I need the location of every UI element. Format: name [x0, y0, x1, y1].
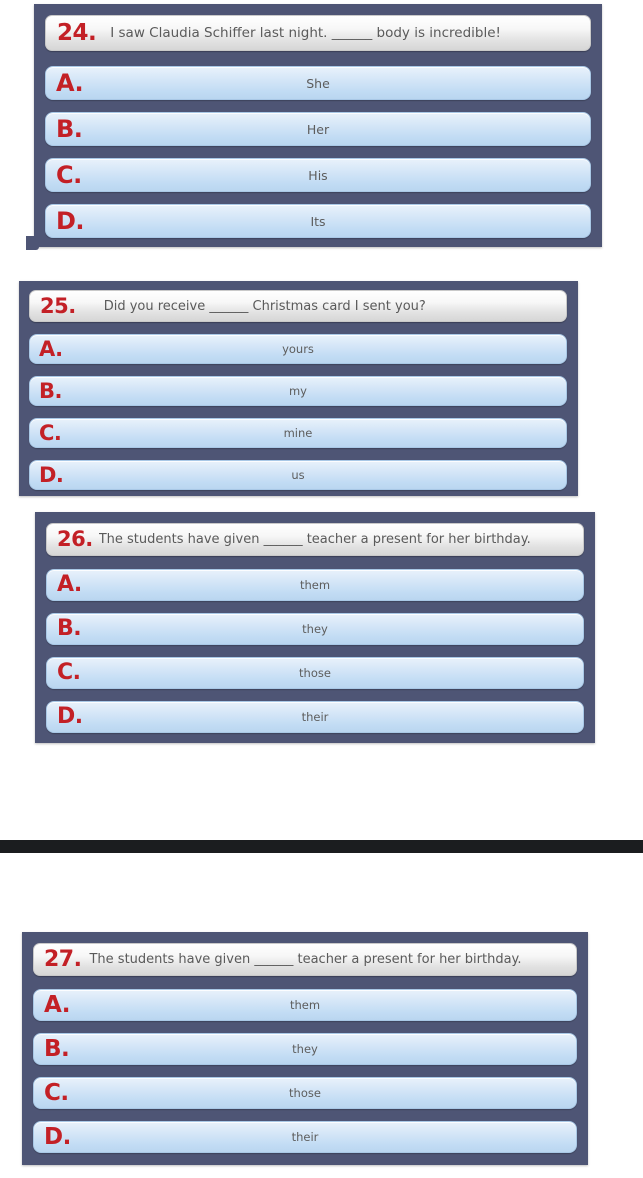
question-26-option-c[interactable]: C. those	[46, 657, 584, 689]
question-25-option-a-letter: A.	[39, 336, 63, 361]
question-27-option-b-letter: B.	[44, 1035, 70, 1062]
question-27-option-c-letter: C.	[44, 1079, 69, 1106]
question-25-option-c[interactable]: C. mine	[29, 418, 567, 448]
question-25-prompt: 25. Did you receive ______ Christmas car…	[29, 290, 567, 322]
question-27-option-c-text: those	[289, 1086, 321, 1100]
question-25-option-d-letter: D.	[39, 462, 64, 487]
question-25-text: Did you receive ______ Christmas card I …	[103, 298, 426, 314]
question-25-option-d[interactable]: D. us	[29, 460, 567, 490]
question-card-26-inner: 26. The students have given ______ teach…	[35, 512, 595, 743]
question-24-option-b-letter: B.	[56, 115, 83, 143]
question-26-number: 26.	[57, 527, 93, 551]
question-25-option-b[interactable]: B. my	[29, 376, 567, 406]
question-26-option-a-text: them	[299, 578, 331, 592]
question-27-option-c[interactable]: C. those	[33, 1077, 577, 1109]
question-26-option-c-text: those	[299, 666, 331, 680]
question-26-option-d-letter: D.	[57, 704, 83, 729]
question-27-option-a-text: them	[289, 998, 321, 1012]
question-card-27-inner: 27. The students have given ______ teach…	[22, 932, 588, 1165]
question-24-option-a[interactable]: A. She	[45, 66, 591, 100]
question-24-option-c-letter: C.	[56, 161, 82, 189]
question-27-prompt: 27. The students have given ______ teach…	[33, 943, 577, 976]
question-24-option-d-text: Its	[310, 213, 326, 229]
question-26-option-a[interactable]: A. them	[46, 569, 584, 601]
question-25-option-d-text: us	[291, 468, 305, 482]
question-card-27: 27. The students have given ______ teach…	[22, 932, 588, 1165]
question-card-24-tab	[9, 236, 39, 250]
question-26-option-b-letter: B.	[57, 616, 82, 641]
question-25-number: 25.	[40, 293, 76, 318]
question-26-option-d[interactable]: D. their	[46, 701, 584, 733]
question-27-option-d[interactable]: D. their	[33, 1121, 577, 1153]
question-27-text: The students have given ______ teacher a…	[89, 952, 522, 967]
question-24-option-a-text: She	[306, 75, 330, 91]
question-card-26: 26. The students have given ______ teach…	[35, 512, 595, 743]
question-card-25-inner: 25. Did you receive ______ Christmas car…	[19, 281, 578, 496]
question-25-option-b-letter: B.	[39, 378, 62, 403]
question-24-option-c-text: His	[308, 167, 328, 183]
question-26-prompt: 26. The students have given ______ teach…	[46, 523, 584, 556]
question-24-option-d-letter: D.	[56, 207, 85, 235]
question-27-option-b-text: they	[292, 1042, 318, 1056]
question-27-option-d-text: their	[291, 1130, 319, 1144]
question-24-number: 24.	[57, 19, 97, 46]
question-24-prompt: 24. I saw Claudia Schiffer last night. _…	[45, 15, 591, 51]
question-24-option-b-text: Her	[306, 121, 330, 137]
question-24-option-c[interactable]: C. His	[45, 158, 591, 192]
question-25-option-c-letter: C.	[39, 420, 62, 445]
question-26-option-b-text: they	[302, 622, 328, 636]
question-card-25: 25. Did you receive ______ Christmas car…	[19, 281, 578, 496]
question-27-number: 27.	[44, 946, 82, 972]
question-26-option-c-letter: C.	[57, 660, 81, 685]
question-26-text: The students have given ______ teacher a…	[98, 532, 531, 547]
question-25-option-c-text: mine	[283, 426, 313, 440]
question-27-option-d-letter: D.	[44, 1123, 71, 1150]
question-27-option-a-letter: A.	[44, 991, 70, 1018]
question-25-option-a[interactable]: A. yours	[29, 334, 567, 364]
question-24-option-a-letter: A.	[56, 69, 84, 97]
question-25-option-b-text: my	[288, 384, 307, 398]
question-card-24: 24. I saw Claudia Schiffer last night. _…	[34, 4, 602, 247]
question-24-text: I saw Claudia Schiffer last night. _____…	[110, 25, 501, 41]
question-27-option-b[interactable]: B. they	[33, 1033, 577, 1065]
section-separator-band	[0, 840, 643, 853]
question-24-option-d[interactable]: D. Its	[45, 204, 591, 238]
question-27-option-a[interactable]: A. them	[33, 989, 577, 1021]
question-26-option-a-letter: A.	[57, 572, 82, 597]
question-25-option-a-text: yours	[282, 342, 314, 356]
question-26-option-b[interactable]: B. they	[46, 613, 584, 645]
question-card-24-inner: 24. I saw Claudia Schiffer last night. _…	[34, 4, 602, 247]
question-26-option-d-text: their	[301, 710, 329, 724]
question-24-option-b[interactable]: B. Her	[45, 112, 591, 146]
